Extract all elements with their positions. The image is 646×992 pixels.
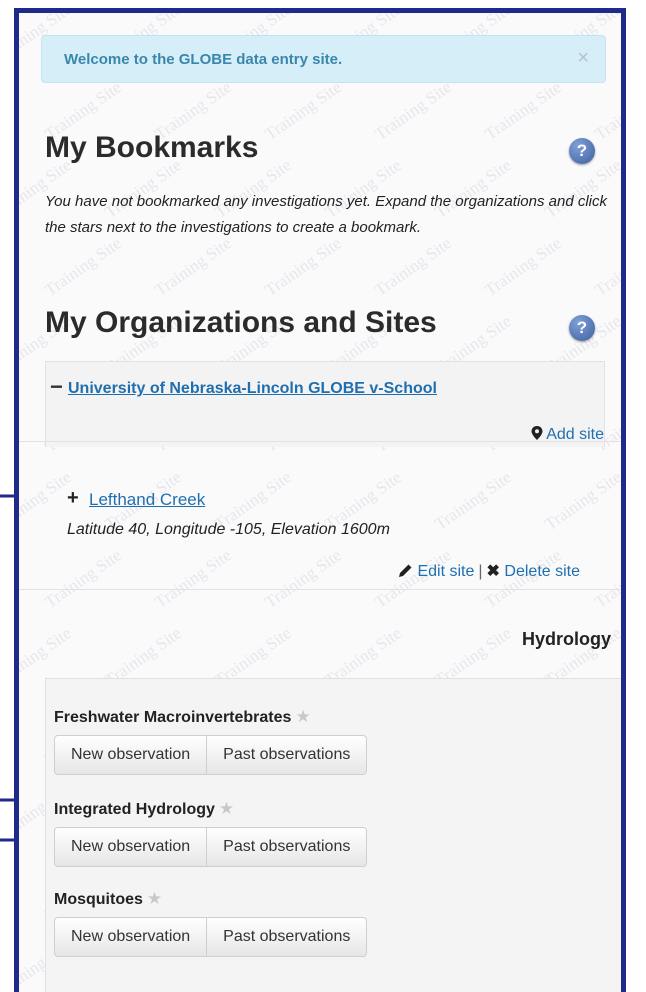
pencil-icon (399, 564, 412, 577)
investigation-name: Integrated Hydrology (54, 801, 215, 818)
site-panel: + Lefthand Creek Latitude 40, Longitude … (45, 463, 610, 585)
organization-panel: − University of Nebraska-Lincoln GLOBE v… (45, 361, 605, 447)
help-icon[interactable]: ? (569, 138, 595, 164)
delete-icon: ✖ (486, 563, 500, 580)
help-icon[interactable]: ? (569, 315, 595, 341)
collapse-toggle[interactable]: − (50, 374, 63, 400)
organizations-title: My Organizations and Sites (45, 306, 437, 339)
expand-toggle[interactable]: + (67, 487, 79, 510)
protocol-group-title: Hydrology (521, 629, 611, 649)
new-observation-button[interactable]: New observation (54, 735, 208, 775)
investigations-panel: Freshwater Macroinvertebrates ★ New obser… (45, 678, 621, 992)
map-marker-icon (531, 426, 543, 440)
organization-link[interactable]: University of Nebraska-Lincoln GLOBE v-S… (68, 380, 437, 398)
watermark-text: Training Site (261, 77, 345, 144)
star-icon[interactable]: ★ (147, 889, 162, 908)
delete-site-label: Delete site (504, 563, 580, 580)
watermark-text: Training Site (151, 233, 235, 300)
watermark-text: Training Site (591, 77, 621, 144)
watermark-text: Training Site (591, 233, 621, 300)
new-observation-button[interactable]: New observation (54, 917, 208, 957)
star-icon[interactable]: ★ (295, 707, 310, 726)
investigation-item: Integrated Hydrology ★ New observation Pa… (54, 799, 368, 867)
divider (19, 441, 621, 442)
watermark-text: Training Site (481, 233, 565, 300)
app-frame: Training Site Training Site Training Site T… (14, 8, 626, 992)
welcome-message: Welcome to the GLOBE data entry site. (64, 51, 343, 68)
investigation-name: Mosquitoes (54, 891, 143, 908)
new-observation-button[interactable]: New observation (54, 827, 208, 867)
edit-site-label: Edit site (417, 563, 475, 580)
bookmarks-empty-text: You have not bookmarked any investigatio… (45, 193, 608, 236)
divider (19, 589, 621, 590)
watermark-text: Training Site (371, 77, 455, 144)
investigation-name: Freshwater Macroinvertebrates (54, 709, 292, 726)
separator: | (478, 563, 483, 580)
edit-site-link[interactable]: Edit site (398, 563, 474, 580)
past-observations-button[interactable]: Past observations (207, 917, 368, 957)
bookmarks-title: My Bookmarks (45, 131, 259, 164)
watermark-text: Training Site (41, 233, 125, 300)
star-icon[interactable]: ★ (219, 799, 234, 818)
site-location-info: Latitude 40, Longitude -105, Elevation 1… (67, 521, 390, 538)
welcome-alert: Welcome to the GLOBE data entry site. × (41, 35, 606, 83)
watermark-text: Training Site (481, 77, 565, 144)
site-link[interactable]: Lefthand Creek (89, 490, 205, 510)
watermark-text: Training Site (371, 233, 455, 300)
investigation-item: Freshwater Macroinvertebrates ★ New obser… (54, 707, 368, 775)
investigation-item: Mosquitoes ★ New observation Past observa… (54, 889, 368, 957)
delete-site-link[interactable]: ✖ Delete site (487, 563, 580, 580)
past-observations-button[interactable]: Past observations (207, 827, 368, 867)
close-icon[interactable]: × (577, 47, 589, 70)
watermark-text: Training Site (261, 233, 345, 300)
past-observations-button[interactable]: Past observations (207, 735, 368, 775)
site-actions: Edit site | ✖ Delete site (398, 561, 580, 581)
